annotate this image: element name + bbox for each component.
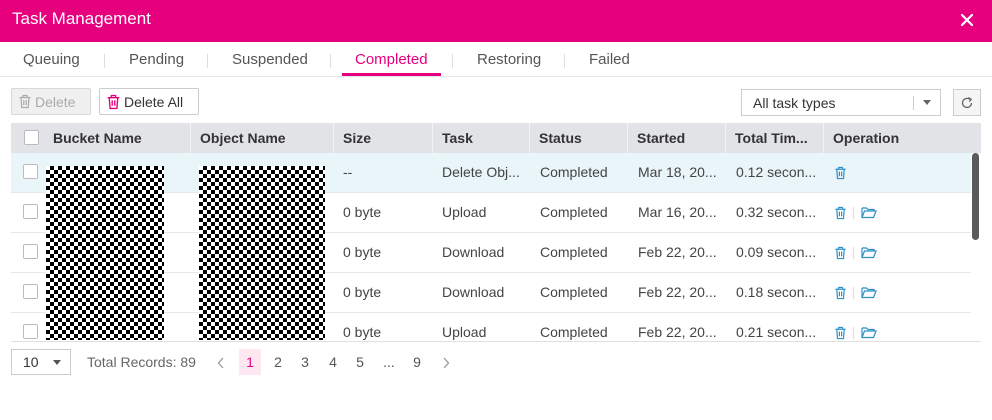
cell-total-time: 0.18 secon... — [736, 284, 817, 300]
cell-size: 0 byte — [343, 244, 382, 260]
page-button-9[interactable]: 9 — [410, 349, 424, 375]
delete-all-button-label: Delete All — [124, 93, 184, 110]
cell-size: 0 byte — [343, 324, 382, 340]
cell-size: 0 byte — [343, 284, 382, 300]
row-checkbox[interactable] — [23, 324, 38, 339]
folder-icon[interactable] — [861, 206, 877, 222]
column-header-object-name[interactable]: Object Name — [190, 123, 333, 153]
select-divider — [913, 96, 914, 110]
page-button-4[interactable]: 4 — [326, 349, 340, 375]
chevron-down-icon — [53, 360, 61, 365]
column-header-size[interactable]: Size — [333, 123, 432, 153]
page-size-value: 10 — [23, 354, 39, 370]
refresh-icon — [961, 96, 973, 108]
tab-bar: Queuing Pending Suspended Completed Rest… — [0, 42, 992, 77]
page-button-5[interactable]: 5 — [353, 349, 367, 375]
folder-icon[interactable] — [861, 286, 877, 302]
cell-started: Mar 18, 20... — [638, 164, 717, 180]
operation-divider — [853, 287, 854, 299]
page-button-3[interactable]: 3 — [298, 349, 312, 375]
delete-button[interactable]: Delete — [11, 88, 91, 115]
column-header-bucket-name[interactable]: Bucket Name — [44, 123, 190, 153]
redacted-object-names — [199, 166, 325, 340]
column-header-started[interactable]: Started — [627, 123, 725, 153]
page-ellipsis[interactable]: ... — [381, 349, 397, 375]
title-bar: Task Management — [0, 0, 992, 42]
table-body: -- Delete Obj... Completed Mar 18, 20...… — [11, 153, 971, 340]
cell-started: Feb 22, 20... — [638, 284, 717, 300]
page-button-1[interactable]: 1 — [239, 349, 261, 375]
cell-total-time: 0.21 secon... — [736, 324, 817, 340]
task-type-select[interactable]: All task types — [741, 89, 941, 116]
operation-divider — [853, 327, 854, 339]
cell-task: Upload — [442, 324, 487, 340]
total-records: Total Records: 89 — [87, 354, 196, 370]
delete-all-button[interactable]: Delete All — [99, 88, 199, 115]
cell-task: Download — [442, 284, 505, 300]
row-checkbox[interactable] — [23, 284, 38, 299]
column-header-status[interactable]: Status — [529, 123, 627, 153]
table-scrollbar[interactable] — [972, 153, 979, 240]
cell-started: Feb 22, 20... — [638, 324, 717, 340]
cell-size: -- — [343, 164, 353, 180]
active-tab-indicator — [342, 73, 441, 76]
page-button-2[interactable]: 2 — [271, 349, 285, 375]
refresh-button[interactable] — [953, 89, 981, 116]
chevron-down-icon — [923, 100, 931, 105]
cell-status: Completed — [540, 244, 608, 260]
cell-total-time: 0.09 secon... — [736, 244, 817, 260]
cell-status: Completed — [540, 204, 608, 220]
tab-divider — [104, 54, 105, 68]
close-icon[interactable] — [960, 10, 978, 30]
cell-task: Delete Obj... — [442, 164, 520, 180]
cell-status: Completed — [540, 284, 608, 300]
next-page-icon[interactable] — [442, 356, 450, 372]
column-header-operation: Operation — [823, 123, 981, 153]
tab-divider — [207, 54, 208, 68]
folder-icon[interactable] — [861, 246, 877, 262]
trash-icon — [107, 94, 120, 109]
tab-restoring[interactable]: Restoring — [477, 51, 541, 68]
tab-failed[interactable]: Failed — [589, 51, 630, 68]
task-type-select-value: All task types — [753, 95, 836, 111]
tab-pending[interactable]: Pending — [129, 51, 184, 68]
cell-total-time: 0.32 secon... — [736, 204, 817, 220]
trash-icon — [19, 94, 31, 109]
redacted-bucket-names — [46, 166, 164, 340]
footer-divider — [11, 341, 981, 342]
window-title: Task Management — [12, 9, 151, 28]
trash-icon[interactable] — [834, 206, 847, 223]
trash-icon[interactable] — [834, 326, 847, 340]
cell-size: 0 byte — [343, 204, 382, 220]
row-checkbox[interactable] — [23, 204, 38, 219]
folder-icon[interactable] — [861, 326, 877, 340]
tab-divider — [330, 54, 331, 68]
select-all-checkbox[interactable] — [24, 130, 39, 145]
cell-status: Completed — [540, 164, 608, 180]
cell-status: Completed — [540, 324, 608, 340]
row-checkbox[interactable] — [23, 164, 38, 179]
tab-completed[interactable]: Completed — [355, 51, 428, 68]
table-header: Bucket Name Object Name Size Task Status… — [11, 123, 981, 153]
tab-suspended[interactable]: Suspended — [232, 51, 308, 68]
trash-icon[interactable] — [834, 166, 847, 183]
cell-task: Download — [442, 244, 505, 260]
trash-icon[interactable] — [834, 246, 847, 263]
tab-queuing[interactable]: Queuing — [23, 51, 80, 68]
tab-divider — [452, 54, 453, 68]
column-header-task[interactable]: Task — [432, 123, 529, 153]
column-header-total-time[interactable]: Total Tim... — [725, 123, 823, 153]
tab-divider — [564, 54, 565, 68]
delete-button-label: Delete — [35, 93, 76, 110]
cell-started: Mar 16, 20... — [638, 204, 717, 220]
trash-icon[interactable] — [834, 286, 847, 303]
page-size-select[interactable]: 10 — [11, 349, 71, 375]
cell-task: Upload — [442, 204, 487, 220]
cell-total-time: 0.12 secon... — [736, 164, 817, 180]
operation-divider — [853, 247, 854, 259]
row-checkbox[interactable] — [23, 244, 38, 259]
previous-page-icon[interactable] — [217, 356, 225, 372]
cell-started: Feb 22, 20... — [638, 244, 717, 260]
operation-divider — [853, 207, 854, 219]
